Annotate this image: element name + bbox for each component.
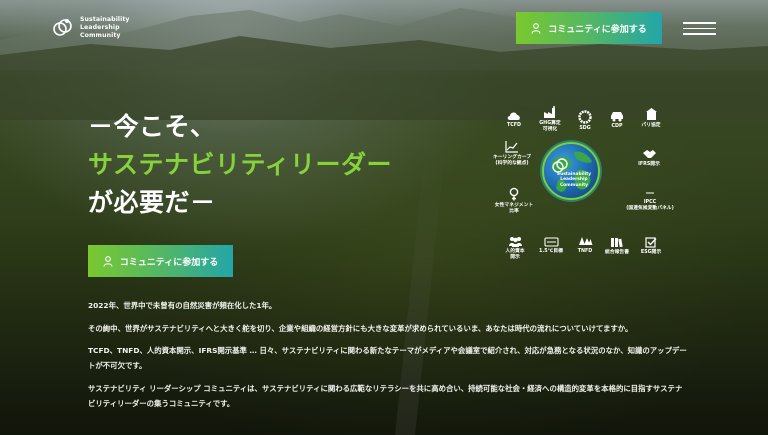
- person-icon: [103, 255, 113, 267]
- headline-line-1: －今こそ、: [88, 112, 216, 141]
- header-join-community-button[interactable]: コミュニティに参加する: [516, 12, 662, 44]
- handshake-icon: [642, 150, 656, 158]
- people-icon: [508, 237, 522, 247]
- menu-line: [683, 27, 716, 29]
- checkbox-icon: [645, 237, 657, 248]
- topic-tnfd: TNFD: [573, 236, 597, 255]
- topic-1-5-degree: 1.5℃目標: [536, 237, 566, 255]
- car-icon: [611, 112, 623, 122]
- trees-icon: [578, 237, 592, 245]
- topic-cdp: CDP: [606, 111, 628, 130]
- building-icon: [645, 108, 657, 120]
- topic-esg: ESG開示: [637, 237, 665, 256]
- menu-line: [683, 33, 716, 35]
- logo-line-2: Leadership: [80, 24, 120, 31]
- intro-paragraph-3: TCFD、TNFD、人的資本開示、IFRS開示基準 … 日々、サステナビリティに…: [88, 346, 687, 370]
- intro-paragraph-2: その絢中、世界がサステナビリティへと大きく舵を切り、企業や組織の経営方針にも大き…: [88, 324, 633, 333]
- intro-paragraph-1: 2022年、世界中で未曾有の自然災害が頻在化した1年。: [88, 301, 277, 310]
- logo-line-1: Sustainability: [80, 16, 130, 23]
- topic-sdg: SDG: [574, 110, 596, 132]
- books-icon: [611, 238, 623, 248]
- topic-ghg: GHG算定 可視化: [533, 106, 567, 133]
- center-logo-text: Sustainability Leadership Community: [552, 172, 596, 188]
- hero-join-community-button[interactable]: コミュニティに参加する: [88, 245, 233, 277]
- menu-line: [683, 22, 716, 24]
- ipcc-icon: [646, 192, 654, 194]
- center-line-3: Community: [559, 182, 589, 188]
- topic-human-capital: 人的資本 開示: [502, 236, 528, 261]
- thermometer-icon: [543, 237, 559, 247]
- logo-line-3: Community: [80, 32, 121, 39]
- topic-keeling-curve: キーリングカーブ (科学的な観点): [490, 140, 534, 167]
- topic-integrated-report: 統合報告書: [602, 237, 632, 256]
- topic-ipcc: IPCC (国連気候変動パネル): [621, 188, 679, 212]
- hero-cta-label: コミュニティに参加する: [119, 257, 219, 268]
- line-graph-icon: [505, 141, 518, 153]
- hamburger-menu-icon[interactable]: [683, 22, 716, 36]
- header-cta-label: コミュニティに参加する: [548, 24, 647, 35]
- factory-icon: [544, 106, 555, 118]
- topic-female-management: 女性マネジメント 比率: [490, 187, 538, 215]
- sdg-wheel-icon: [578, 110, 592, 124]
- topic-ifrs: IFRS開示: [635, 148, 663, 168]
- person-icon: [531, 22, 541, 34]
- female-icon: [509, 187, 519, 201]
- logo-rings-icon: [53, 19, 72, 36]
- topic-tcfd: TCFD: [502, 110, 526, 129]
- hero-headline: －今こそ、 サステナビリティリーダー が必要だ－: [88, 108, 392, 222]
- cloud-icon: [507, 112, 520, 120]
- headline-line-2: サステナビリティリーダー: [88, 150, 393, 179]
- headline-line-3: が必要だ－: [88, 188, 216, 217]
- intro-paragraph-4: サステナビリティ リーダーシップ コミュニティは、サステナビリティに関わる広範な…: [88, 384, 683, 408]
- topic-paris-agreement: パリ協定: [637, 108, 665, 129]
- logo-wordmark: Sustainability Leadership Community: [80, 16, 130, 40]
- site-logo[interactable]: Sustainability Leadership Community: [52, 16, 130, 40]
